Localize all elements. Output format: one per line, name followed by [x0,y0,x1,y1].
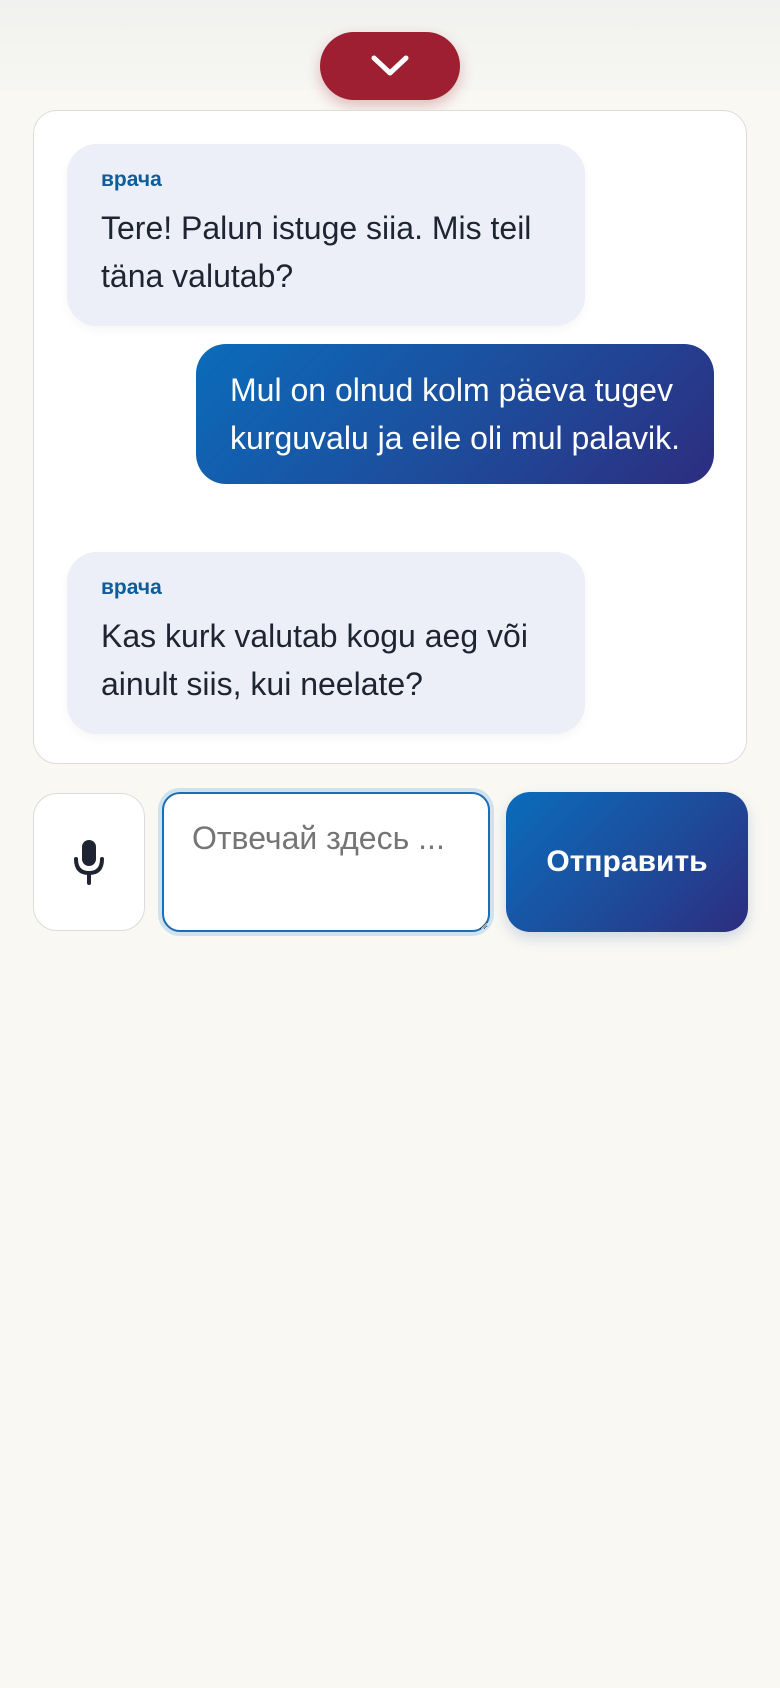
microphone-button[interactable] [33,793,145,931]
send-button[interactable]: Отправить [506,792,748,932]
chevron-down-icon [371,55,409,76]
chat-panel: врача Tere! Palun istuge siia. Mis teil … [33,110,747,764]
reply-input[interactable] [162,792,490,932]
doctor-message: врача Tere! Palun istuge siia. Mis teil … [67,144,585,326]
patient-message: Mul on olnud kolm päeva tugev kurguvalu … [196,344,714,484]
microphone-icon [74,840,104,885]
collapse-button[interactable] [320,32,460,100]
message-text: Mul on olnud kolm päeva tugev kurguvalu … [230,372,680,456]
speaker-label: врача [101,576,162,599]
speaker-label: врача [101,168,162,191]
doctor-message: врача Kas kurk valutab kogu aeg või ainu… [67,552,585,734]
message-text: Kas kurk valutab kogu aeg või ainult sii… [101,618,528,702]
message-text: Tere! Palun istuge siia. Mis teil täna v… [101,210,532,294]
